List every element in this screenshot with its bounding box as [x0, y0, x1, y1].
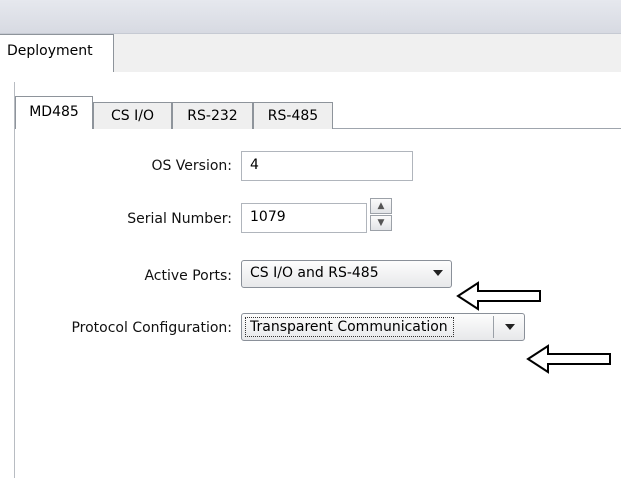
os-version-label: OS Version: [151, 158, 232, 174]
dropdown-separator [493, 316, 494, 338]
os-version-field[interactable]: 4 [241, 151, 413, 181]
serial-number-field[interactable]: 1079 [241, 203, 367, 233]
window-title-bar [0, 0, 621, 34]
serial-number-spinner: ▲ ▼ [370, 198, 394, 234]
active-ports-dropdown[interactable]: CS I/O and RS-485 [241, 260, 452, 288]
tab-cs-io[interactable]: CS I/O [93, 102, 172, 129]
outer-tab-strip: Deployment [0, 34, 621, 73]
inner-tab-bar: MD485 CS I/O RS-232 RS-485 [15, 96, 621, 129]
left-arrow-callout-icon [526, 344, 611, 374]
active-ports-label: Active Ports: [144, 268, 232, 284]
tab-deployment[interactable]: Deployment [0, 34, 114, 73]
left-arrow-callout-icon [456, 281, 541, 311]
active-ports-value: CS I/O and RS-485 [250, 265, 379, 281]
panel-left-border [14, 82, 15, 478]
chevron-down-icon [433, 270, 443, 276]
tab-md485[interactable]: MD485 [15, 96, 93, 129]
spin-up-icon[interactable]: ▲ [370, 198, 392, 214]
protocol-configuration-label: Protocol Configuration: [71, 320, 232, 336]
spin-down-icon[interactable]: ▼ [370, 215, 392, 231]
tab-rs-232[interactable]: RS-232 [172, 102, 253, 129]
protocol-configuration-value: Transparent Communication [245, 317, 454, 337]
tab-rs-485[interactable]: RS-485 [253, 102, 333, 129]
chevron-down-icon [505, 324, 515, 330]
protocol-configuration-dropdown[interactable]: Transparent Communication [241, 313, 525, 341]
serial-number-label: Serial Number: [127, 211, 232, 227]
